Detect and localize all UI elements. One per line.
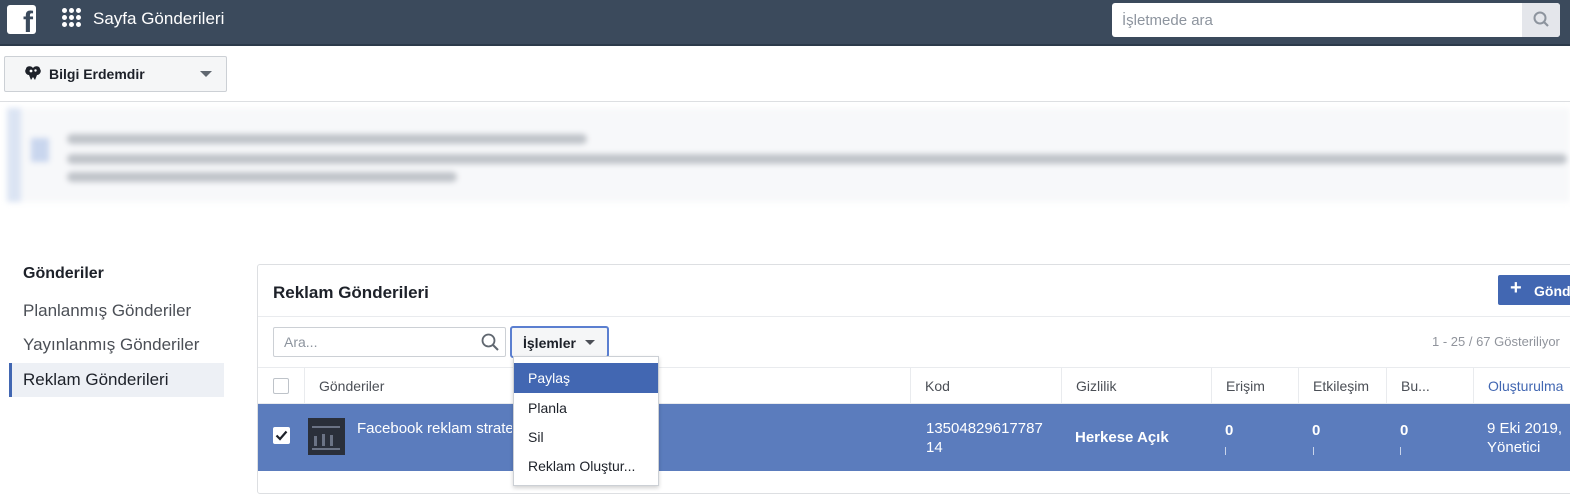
sidebar-item-published-posts[interactable]: Yayınlanmış Gönderiler — [9, 328, 224, 362]
column-header-bu[interactable]: Bu... — [1386, 368, 1473, 404]
business-search-input[interactable] — [1112, 3, 1522, 37]
post-search — [273, 327, 506, 357]
actions-label: İşlemler — [523, 335, 576, 351]
blurred-notice-banner — [7, 108, 1570, 202]
column-header-created[interactable]: Oluşturulma — [1473, 368, 1570, 404]
post-code: 13504829617787 — [926, 420, 1043, 437]
row-checkbox[interactable] — [273, 427, 290, 444]
bu-value: 0 — [1400, 422, 1409, 439]
menu-item-schedule[interactable]: Planla — [514, 393, 658, 423]
page-selector[interactable]: Bilgi Erdemdir — [4, 56, 227, 92]
menu-item-create-ad[interactable]: Reklam Oluştur... — [514, 451, 658, 481]
page-name: Bilgi Erdemdir — [49, 66, 145, 82]
actions-dropdown-button[interactable]: İşlemler — [510, 326, 609, 358]
column-header-code[interactable]: Kod — [910, 368, 1061, 404]
actions-dropdown-menu: Paylaş Planla Sil Reklam Oluştur... — [513, 356, 659, 486]
search-icon[interactable] — [481, 333, 499, 351]
reach-value: 0 — [1225, 422, 1234, 439]
menu-item-delete[interactable]: Sil — [514, 422, 658, 452]
reach-bar — [1225, 447, 1226, 455]
top-bar: f Sayfa Gönderileri — [0, 0, 1570, 46]
privacy-value: Herkese Açık — [1075, 429, 1169, 446]
sidebar-item-ad-posts[interactable]: Reklam Gönderileri — [9, 363, 224, 397]
engagement-bar — [1313, 447, 1314, 455]
page-header-bar: Bilgi Erdemdir — [0, 48, 1570, 102]
table-row[interactable]: Facebook reklam strate 13504829617787 14… — [258, 404, 1570, 471]
divider — [258, 316, 1570, 317]
post-title-link[interactable]: Facebook reklam strate — [357, 420, 512, 437]
column-header-reach[interactable]: Erişim — [1211, 368, 1298, 404]
created-date: 9 Eki 2019, — [1487, 420, 1563, 437]
column-header-engagement[interactable]: Etkileşim — [1298, 368, 1386, 404]
engagement-value: 0 — [1312, 422, 1321, 439]
checkmark-icon — [275, 430, 288, 441]
created-by: Yönetici — [1487, 439, 1541, 456]
search-icon — [1533, 11, 1549, 27]
sidebar-heading: Gönderiler — [23, 265, 104, 282]
post-thumbnail[interactable] — [308, 418, 345, 455]
panel-title: Reklam Gönderileri — [273, 283, 429, 302]
column-header-privacy[interactable]: Gizlilik — [1061, 368, 1211, 404]
search-button[interactable] — [1522, 3, 1560, 37]
facebook-logo-icon[interactable]: f — [7, 5, 36, 34]
new-post-button-label: Gönd — [1534, 283, 1570, 299]
page-logo-icon — [25, 66, 41, 80]
select-all-checkbox[interactable] — [273, 378, 289, 394]
pagination-info: 1 - 25 / 67 Gösteriliyor — [1432, 334, 1560, 349]
table-header: Gönderiler Kod Gizlilik Erişim Etkileşim… — [258, 367, 1570, 404]
post-code-line2: 14 — [926, 439, 943, 456]
post-search-input[interactable] — [274, 328, 474, 356]
apps-grid-icon[interactable] — [62, 8, 82, 28]
app-title[interactable]: Sayfa Gönderileri — [93, 9, 224, 29]
chevron-down-icon — [200, 71, 212, 77]
ad-posts-panel: Reklam Gönderileri + Gönd İşlemler 1 - 2… — [257, 264, 1570, 494]
caret-down-icon — [585, 340, 595, 345]
sidebar-item-scheduled-posts[interactable]: Planlanmış Gönderiler — [9, 294, 224, 328]
menu-item-share[interactable]: Paylaş — [514, 363, 658, 393]
new-post-button[interactable]: + Gönd — [1498, 275, 1570, 305]
bu-bar — [1400, 447, 1401, 455]
business-search — [1112, 3, 1560, 37]
plus-icon: + — [1510, 277, 1522, 299]
